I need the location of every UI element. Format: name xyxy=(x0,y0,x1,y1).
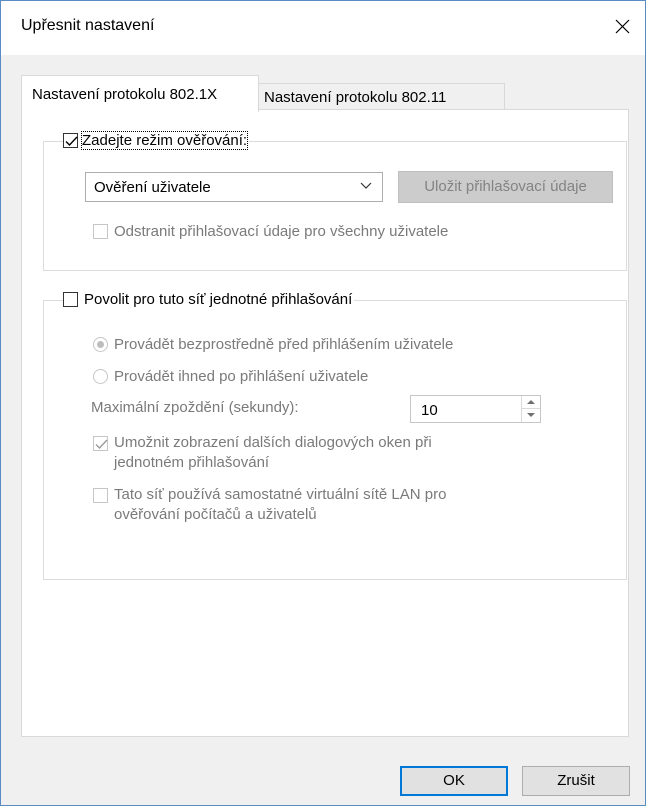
auth-mode-group xyxy=(43,141,627,271)
auth-mode-legend: Zadejte režim ověřování: xyxy=(63,131,250,150)
chevron-down-icon xyxy=(360,182,372,189)
allow-dialogs-checkbox[interactable] xyxy=(93,436,108,451)
dialog-title: Upřesnit nastavení xyxy=(21,17,155,34)
auth-mode-label: Zadejte režim ověřování: xyxy=(80,131,249,150)
spin-up-button[interactable] xyxy=(522,396,540,408)
arrow-up-icon xyxy=(527,400,535,404)
auth-mode-select[interactable]: Ověření uživatele xyxy=(85,172,383,202)
radio-after-login-label: Provádět ihned po přihlášení uživatele xyxy=(114,368,369,385)
allow-dialogs-row[interactable]: Umožnit zobrazení dalších dialogových ok… xyxy=(93,433,432,473)
arrow-down-icon xyxy=(527,413,535,417)
spinner-arrows[interactable] xyxy=(521,396,540,422)
title-bar: Upřesnit nastavení xyxy=(1,1,645,55)
radio-after-login-row[interactable]: Provádět ihned po přihlášení uživatele xyxy=(93,368,368,385)
auth-mode-select-value: Ověření uživatele xyxy=(94,179,211,196)
allow-dialogs-label-line2: jednotném přihlašování xyxy=(114,454,270,471)
close-button[interactable] xyxy=(599,1,645,51)
auth-mode-checkbox[interactable] xyxy=(63,133,78,148)
cancel-button[interactable]: Zrušit xyxy=(522,766,630,796)
allow-dialogs-label-line1: Umožnit zobrazení dalších dialogových ok… xyxy=(114,434,432,451)
separate-vlan-checkbox[interactable] xyxy=(93,488,108,503)
radio-after-login[interactable] xyxy=(93,369,108,384)
checkmark-icon xyxy=(95,439,108,450)
dialog-window: Upřesnit nastavení Nastavení protokolu 8… xyxy=(0,0,646,806)
tab-label: Nastavení protokolu 802.1X xyxy=(32,86,218,103)
max-delay-value: 10 xyxy=(421,402,438,419)
tab-8021x-settings[interactable]: Nastavení protokolu 802.1X xyxy=(21,75,259,112)
close-icon xyxy=(615,19,630,34)
radio-before-login[interactable] xyxy=(93,337,108,352)
max-delay-label: Maximální zpoždění (sekundy): xyxy=(91,399,299,416)
tab-label: Nastavení protokolu 802.11 xyxy=(264,89,447,106)
delete-credentials-row[interactable]: Odstranit přihlašovací údaje pro všechny… xyxy=(93,223,448,240)
separate-vlan-label-line1: Tato síť používá samostatné virtuální sí… xyxy=(114,486,447,503)
ok-button[interactable]: OK xyxy=(400,766,508,796)
spin-down-button[interactable] xyxy=(522,408,540,421)
radio-before-login-row[interactable]: Provádět bezprostředně před přihlášením … xyxy=(93,336,453,353)
delete-credentials-label: Odstranit přihlašovací údaje pro všechny… xyxy=(114,223,449,240)
tab-80211-settings[interactable]: Nastavení protokolu 802.11 xyxy=(257,83,505,112)
sso-label: Povolit pro tuto síť jednotné přihlašová… xyxy=(84,291,353,308)
sso-legend: Povolit pro tuto síť jednotné přihlašová… xyxy=(63,291,355,308)
radio-before-login-label: Provádět bezprostředně před přihlášením … xyxy=(114,336,454,353)
delete-credentials-checkbox[interactable] xyxy=(93,224,108,239)
max-delay-spinner[interactable]: 10 xyxy=(410,395,541,423)
sso-checkbox[interactable] xyxy=(63,292,78,307)
checkmark-icon xyxy=(65,136,78,147)
max-delay-row: Maximální zpoždění (sekundy): xyxy=(91,399,299,416)
separate-vlan-label-line2: ověřování počítačů a uživatelů xyxy=(114,506,317,523)
separate-vlan-row[interactable]: Tato síť používá samostatné virtuální sí… xyxy=(93,485,446,525)
save-credentials-button[interactable]: Uložit přihlašovací údaje xyxy=(398,171,613,203)
